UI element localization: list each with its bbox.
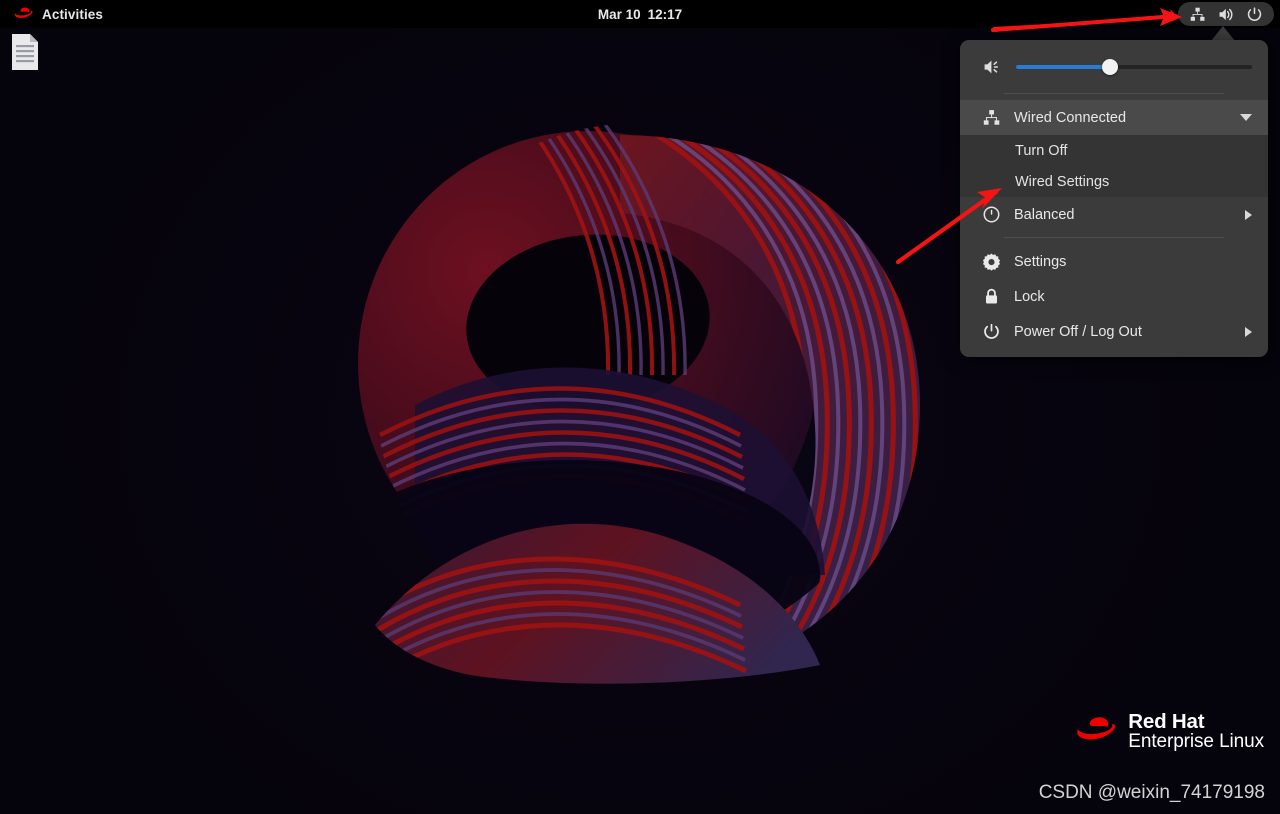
chevron-down-icon[interactable] (1240, 114, 1252, 121)
redhat-fedora-icon (1077, 717, 1116, 740)
separator (1004, 93, 1224, 94)
network-wired-icon[interactable] (1189, 6, 1206, 23)
redhat-fedora-icon (14, 7, 33, 18)
clock-date[interactable]: Mar 10 (598, 7, 641, 22)
brand-line-2: Enterprise Linux (1128, 731, 1264, 753)
settings-label: Settings (1014, 253, 1067, 270)
power-off-row[interactable]: Power Off / Log Out (960, 314, 1268, 349)
lock-label: Lock (1014, 288, 1045, 305)
network-wired-settings-item[interactable]: Wired Settings (960, 166, 1268, 197)
volume-medium-icon[interactable] (982, 57, 1002, 77)
status-menu-button[interactable] (1178, 2, 1274, 26)
chevron-right-icon[interactable] (1245, 209, 1252, 220)
power-profile-row[interactable]: Balanced (960, 197, 1268, 232)
activities-label: Activities (42, 6, 104, 22)
volume-row (960, 46, 1268, 88)
clock: Mar 10 12:17 (0, 0, 1280, 28)
activities-button[interactable]: Activities (0, 0, 113, 28)
slider-fill (1016, 65, 1111, 69)
volume-high-icon[interactable] (1217, 6, 1235, 23)
desktop-screen: Red Hat Enterprise Linux CSDN @weixin_74… (0, 0, 1280, 814)
wallpaper-artwork (320, 105, 960, 685)
slider-handle[interactable] (1102, 59, 1119, 75)
lock-icon (985, 288, 998, 304)
network-label: Wired Connected (1014, 109, 1127, 126)
network-row[interactable]: Wired Connected (960, 100, 1268, 135)
rhel-branding: Red Hat Enterprise Linux (1076, 711, 1264, 752)
brand-line-1: Red Hat (1128, 709, 1205, 733)
network-turn-off-item[interactable]: Turn Off (960, 135, 1268, 166)
power-off-label: Power Off / Log Out (1014, 323, 1142, 340)
desktop-file-icon[interactable] (4, 30, 44, 74)
lock-row[interactable]: Lock (960, 279, 1268, 314)
clock-time[interactable]: 12:17 (648, 7, 683, 22)
gauge-icon (983, 206, 1000, 223)
power-icon[interactable] (1246, 6, 1263, 23)
power-icon (984, 323, 999, 339)
system-menu-tail (1211, 26, 1235, 41)
chevron-right-icon[interactable] (1245, 326, 1252, 337)
network-submenu: Turn Off Wired Settings (960, 135, 1268, 197)
settings-row[interactable]: Settings (960, 244, 1268, 279)
network-wired-icon (983, 110, 1000, 125)
separator (1004, 237, 1224, 238)
system-menu-popup: Wired Connected Turn Off Wired Settings … (960, 40, 1268, 357)
volume-slider[interactable] (1016, 58, 1252, 76)
document-file-icon (12, 34, 38, 70)
top-bar: Activities Mar 10 12:17 (0, 0, 1280, 28)
power-profile-label: Balanced (1014, 206, 1075, 223)
watermark-text: CSDN @weixin_74179198 (1038, 782, 1265, 803)
gear-icon (982, 253, 1001, 271)
